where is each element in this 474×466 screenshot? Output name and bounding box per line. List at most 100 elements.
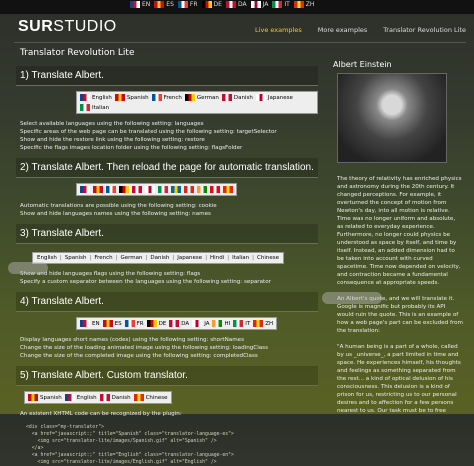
language-label: Japanese — [267, 94, 293, 101]
separator: | — [145, 255, 148, 261]
separator: | — [252, 255, 254, 261]
flag-icon — [133, 394, 144, 401]
language-label: English — [92, 94, 112, 101]
cloud-decoration — [8, 262, 48, 274]
language-code: EN — [92, 320, 100, 327]
flag-icon — [177, 1, 188, 8]
section-1-notes: Select available languages using the fol… — [20, 120, 314, 152]
language-link-da[interactable]: DA — [225, 1, 247, 8]
language-code: DE — [213, 1, 222, 8]
language-option[interactable]: German — [120, 255, 142, 261]
language-option[interactable]: HI — [212, 320, 230, 327]
language-option[interactable]: Japanese — [255, 94, 293, 101]
page-title: Translator Revolution Lite — [20, 48, 135, 58]
language-code: ZH — [305, 1, 315, 8]
section-3-header: 3) Translate Albert. — [16, 224, 318, 244]
language-link-it[interactable]: IT — [272, 1, 290, 8]
flag-icon — [201, 1, 212, 8]
language-code: IT — [284, 1, 290, 8]
section-3-title: 3) Translate Albert. — [20, 228, 104, 239]
language-option[interactable] — [171, 186, 181, 193]
language-code: DE — [158, 320, 167, 327]
logo[interactable]: SURSTUDIO — [18, 18, 117, 36]
section-1-title: 1) Translate Albert. — [20, 70, 104, 81]
language-link-es[interactable]: ES — [154, 1, 174, 8]
language-option[interactable] — [184, 186, 194, 193]
note-line: Show and hide languages names using the … — [20, 211, 211, 217]
nav-more-examples[interactable]: More examples — [318, 26, 368, 34]
language-option[interactable] — [158, 186, 168, 193]
language-option[interactable]: Spanish — [28, 394, 62, 401]
nav-live-examples[interactable]: Live examples — [255, 26, 302, 34]
language-option[interactable]: English — [80, 94, 112, 101]
language-option[interactable]: Chinese — [133, 394, 168, 401]
language-option[interactable]: Danish — [150, 255, 169, 261]
language-option[interactable] — [93, 186, 103, 193]
flag-icon — [169, 320, 180, 327]
language-link-ja[interactable]: JA — [250, 1, 269, 8]
language-link-zh[interactable]: ZH — [293, 1, 315, 8]
flag-icon — [28, 394, 38, 401]
flag-icon — [114, 94, 125, 101]
language-option[interactable]: Spanish — [65, 255, 87, 261]
language-option[interactable]: ZH — [253, 320, 273, 327]
language-option[interactable] — [106, 186, 116, 193]
language-option[interactable]: EN — [80, 320, 100, 327]
language-label: Chinese — [145, 394, 168, 401]
language-option[interactable]: Danish — [99, 394, 131, 401]
flag-icon — [80, 104, 90, 111]
language-code: DA — [237, 1, 247, 8]
einstein-photo — [337, 73, 447, 163]
language-option[interactable]: English — [37, 255, 57, 261]
language-option[interactable]: French — [94, 255, 112, 261]
flag-icon — [80, 320, 90, 327]
language-link-fr[interactable]: FR — [177, 1, 198, 8]
language-code: DA — [181, 320, 190, 327]
language-link-de[interactable]: DE — [201, 1, 222, 8]
nav-translator[interactable]: Translator Revolution Lite — [383, 26, 466, 34]
language-option[interactable] — [197, 186, 207, 193]
language-option[interactable]: DE — [146, 320, 167, 327]
note-line: Select available languages using the fol… — [20, 121, 204, 127]
language-label: French — [163, 94, 182, 101]
language-option[interactable]: Danish — [221, 94, 253, 101]
separator: | — [172, 255, 175, 261]
flag-icon — [293, 1, 304, 8]
language-option[interactable]: Italian — [232, 255, 249, 261]
language-option[interactable]: Japanese — [177, 255, 202, 261]
language-option[interactable]: JA — [192, 320, 209, 327]
language-option[interactable]: Italian — [80, 104, 109, 111]
language-option[interactable]: ES — [102, 320, 122, 327]
language-option[interactable] — [210, 186, 220, 193]
cloud-decoration — [322, 292, 382, 304]
language-option[interactable]: Chinese — [257, 255, 279, 261]
sidebar-title: Albert Einstein — [333, 60, 392, 69]
section-1-header: 1) Translate Albert. — [16, 66, 318, 86]
note-line: Specific areas of the web page can be tr… — [20, 129, 277, 135]
note-line: Automatic translations are possible usin… — [20, 203, 217, 209]
flag-icon — [146, 320, 157, 327]
flag-icon — [272, 1, 283, 8]
language-option[interactable]: German — [184, 94, 219, 101]
separator: | — [205, 255, 208, 261]
language-option[interactable] — [145, 186, 155, 193]
note-line: <div class="my-translator"> — [26, 425, 104, 430]
language-option[interactable] — [132, 186, 142, 193]
language-option[interactable] — [119, 186, 129, 193]
section-4-title: 4) Translate Albert. — [20, 296, 104, 307]
language-option[interactable]: IT — [233, 320, 250, 327]
language-option[interactable]: Spanish — [114, 94, 149, 101]
note-line: Change the size of the loading animated … — [20, 345, 269, 351]
language-option[interactable]: DA — [169, 320, 189, 327]
language-option[interactable]: Hindi — [210, 255, 224, 261]
language-code: JA — [262, 1, 269, 8]
note-line: Show and hide the restore link using the… — [20, 137, 205, 143]
language-option[interactable]: FR — [124, 320, 144, 327]
language-option[interactable] — [80, 186, 90, 193]
language-option[interactable]: English — [64, 394, 97, 401]
language-code: IT — [245, 320, 251, 327]
language-option[interactable] — [223, 186, 233, 193]
language-option[interactable]: French — [151, 94, 182, 101]
section-5-header: 5) Translate Albert. Custom translator. — [16, 366, 318, 386]
language-link-en[interactable]: EN — [130, 1, 150, 8]
